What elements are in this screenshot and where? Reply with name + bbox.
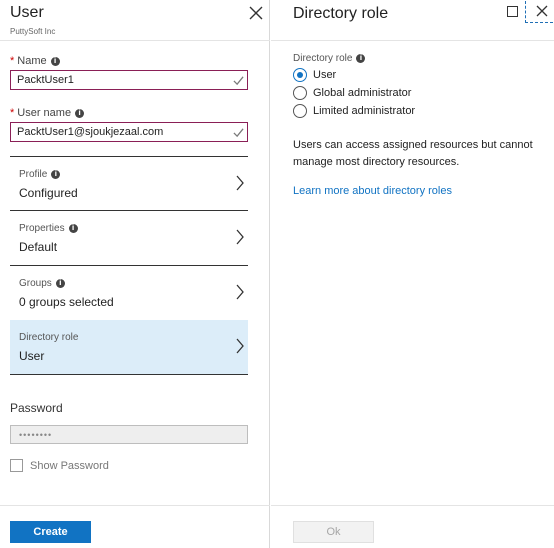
groups-nav-item[interactable]: Groups i 0 groups selected: [10, 266, 248, 321]
radio-button[interactable]: [293, 86, 307, 100]
user-name-input-value: PacktUser1@sjoukjezaal.com: [17, 126, 164, 138]
radio-button-selected[interactable]: [293, 68, 307, 82]
ok-button[interactable]: Ok: [293, 521, 374, 543]
footer-divider: [0, 505, 270, 506]
info-icon[interactable]: i: [356, 54, 366, 63]
maximize-icon[interactable]: [507, 6, 518, 17]
properties-label-text: Properties: [19, 223, 65, 234]
info-icon[interactable]: i: [51, 170, 61, 179]
directory-role-blade: Directory role Directory role i User Glo…: [271, 0, 554, 548]
info-icon[interactable]: i: [55, 279, 65, 288]
user-name-input[interactable]: PacktUser1@sjoukjezaal.com: [10, 122, 248, 142]
name-input[interactable]: PacktUser1: [10, 70, 248, 90]
footer-divider: [271, 505, 554, 506]
role-option-limited-administrator[interactable]: Limited administrator: [293, 104, 415, 118]
info-icon[interactable]: i: [75, 108, 85, 118]
radio-button[interactable]: [293, 104, 307, 118]
role-option-global-administrator[interactable]: Global administrator: [293, 86, 411, 100]
learn-more-link[interactable]: Learn more about directory roles: [293, 185, 452, 197]
properties-label: Properties i: [19, 223, 78, 234]
properties-value: Default: [19, 240, 58, 254]
directory-role-value: User: [19, 349, 45, 363]
name-input-value: PacktUser1: [17, 74, 74, 86]
user-blade-title: User: [10, 4, 44, 21]
info-icon[interactable]: i: [68, 224, 78, 233]
show-password-label: Show Password: [30, 459, 109, 472]
groups-value: 0 groups selected: [19, 295, 114, 309]
role-description: Users can access assigned resources but …: [293, 139, 533, 168]
password-input-value: ••••••••: [19, 429, 53, 440]
directory-role-nav-item[interactable]: Directory role User: [10, 320, 248, 375]
checkbox-box[interactable]: [10, 459, 23, 472]
name-label-text: Name: [17, 55, 47, 67]
profile-nav-item[interactable]: Profile i Configured: [10, 156, 248, 211]
user-blade-subtitle: PuttySoft Inc: [10, 27, 56, 36]
checkmark-icon: [233, 128, 244, 138]
password-input[interactable]: ••••••••: [10, 425, 248, 444]
password-label: Password: [10, 401, 63, 415]
name-label: * Name i: [10, 55, 60, 67]
show-password-checkbox[interactable]: Show Password: [10, 459, 109, 472]
properties-nav-item[interactable]: Properties i Default: [10, 211, 248, 266]
role-option-label: User: [313, 69, 337, 81]
directory-role-label-text: Directory role: [19, 332, 79, 343]
directory-role-blade-title: Directory role: [293, 5, 389, 22]
close-icon[interactable]: [536, 5, 548, 17]
create-button[interactable]: Create: [10, 521, 91, 543]
required-mark: *: [10, 107, 15, 119]
groups-label: Groups i: [19, 278, 65, 289]
role-option-user[interactable]: User: [293, 68, 336, 82]
groups-label-text: Groups: [19, 278, 52, 289]
required-mark: *: [10, 55, 15, 67]
role-option-label: Limited administrator: [313, 105, 416, 117]
user-name-label: * User name i: [10, 107, 85, 119]
checkmark-icon: [233, 76, 244, 86]
chevron-right-icon: [236, 229, 244, 245]
header-divider: [0, 40, 270, 41]
chevron-right-icon: [236, 338, 244, 354]
chevron-right-icon: [236, 175, 244, 191]
directory-role-field-label-text: Directory role: [293, 53, 353, 64]
header-divider: [271, 40, 554, 41]
profile-label: Profile i: [19, 169, 61, 180]
profile-label-text: Profile: [19, 169, 48, 180]
profile-value: Configured: [19, 186, 78, 200]
info-icon[interactable]: i: [50, 56, 60, 66]
chevron-right-icon: [236, 284, 244, 300]
role-option-label: Global administrator: [313, 87, 412, 99]
close-button[interactable]: [525, 1, 553, 23]
directory-role-field-label: Directory role i: [293, 53, 366, 64]
close-icon[interactable]: [248, 5, 264, 21]
directory-role-label: Directory role: [19, 332, 78, 343]
user-blade: User PuttySoft Inc * Name i PacktUser1 *…: [0, 0, 270, 548]
user-name-label-text: User name: [17, 107, 72, 119]
